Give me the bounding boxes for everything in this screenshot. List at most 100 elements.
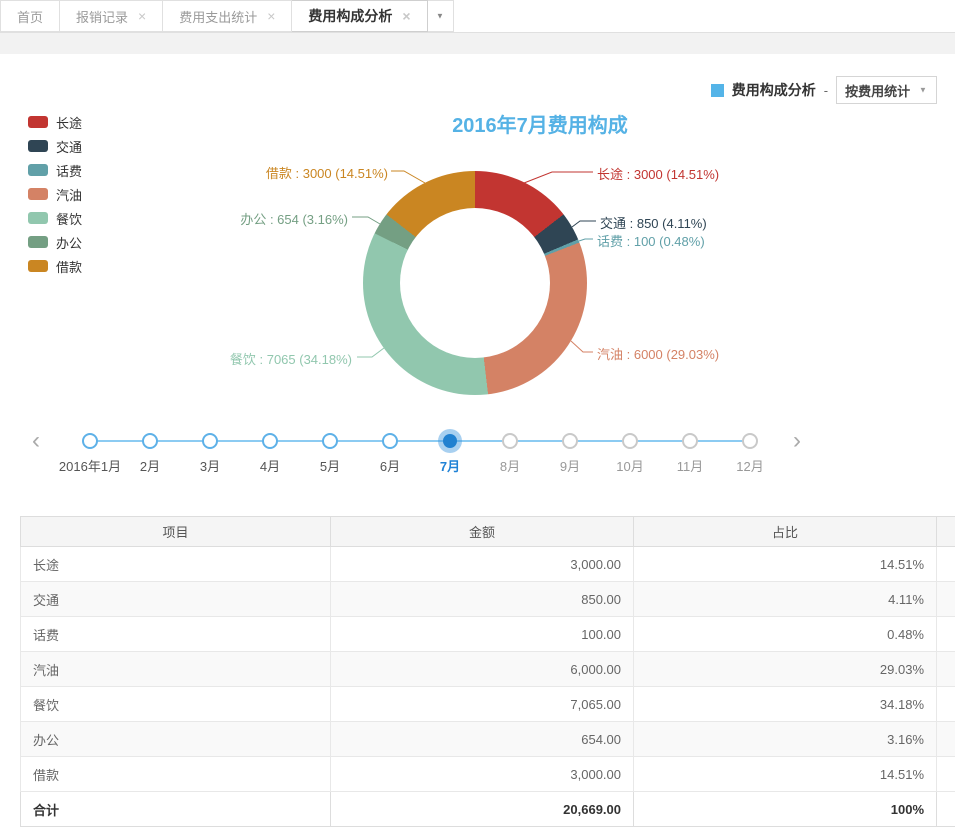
tab-label: 费用支出统计 [179, 7, 257, 26]
table-row-餐饮: 餐饮7,065.0034.18% [21, 687, 955, 722]
expense-analysis-panel: 费用构成分析 - 按费用统计 ▼ 长途交通话费汽油餐饮办公借款 2016年7月费… [0, 54, 955, 834]
legend-swatch-icon [28, 236, 48, 248]
slice-label-jiaotong: 交通 : 850 (4.11%) [600, 213, 707, 232]
tab-1[interactable]: 报销记录 × [60, 0, 163, 32]
statistics-mode-select[interactable]: 按费用统计 ▼ [836, 76, 937, 104]
cell-item: 汽油 [21, 652, 331, 687]
timeline-node-5月[interactable] [322, 433, 338, 449]
chart-title: 2016年7月费用构成 [340, 109, 740, 138]
table-row-交通: 交通850.004.11% [21, 582, 955, 617]
cell-extra [937, 687, 955, 722]
chart-legend: 长途交通话费汽油餐饮办公借款 [28, 110, 82, 278]
timeline-label-12月[interactable]: 12月 [708, 456, 792, 475]
tab-2[interactable]: 费用支出统计 × [163, 0, 292, 32]
tab-bar: 首页 报销记录 × 费用支出统计 × 费用构成分析 × ▼ [0, 0, 955, 33]
series-color-icon [711, 84, 724, 97]
cell-amount: 850.00 [331, 582, 634, 617]
cell-amount: 654.00 [331, 722, 634, 757]
table-row-汽油: 汽油6,000.0029.03% [21, 652, 955, 687]
table-row-total: 合计20,669.00100% [21, 792, 955, 827]
cell-item: 合计 [21, 792, 331, 827]
timeline-node-12月[interactable] [742, 433, 758, 449]
timeline-node-6月[interactable] [382, 433, 398, 449]
legend-swatch-icon [28, 164, 48, 176]
table-row-长途: 长途3,000.0014.51% [21, 547, 955, 582]
chart-header: 费用构成分析 - 按费用统计 ▼ [711, 76, 937, 104]
legend-item-餐饮[interactable]: 餐饮 [28, 206, 82, 230]
tab-label: 首页 [17, 7, 43, 26]
cell-ratio: 4.11% [634, 582, 937, 617]
cell-ratio: 3.16% [634, 722, 937, 757]
col-header-amount: 金额 [331, 517, 634, 547]
cell-extra [937, 582, 955, 617]
timeline-node-active-dot [443, 434, 457, 448]
close-icon[interactable]: × [402, 9, 410, 23]
slice-label-canyin: 餐饮 : 7065 (34.18%) [230, 349, 352, 368]
chart-header-title: 费用构成分析 [732, 80, 816, 100]
cell-amount: 20,669.00 [331, 792, 634, 827]
cell-ratio: 0.48% [634, 617, 937, 652]
legend-swatch-icon [28, 212, 48, 224]
legend-item-借款[interactable]: 借款 [28, 254, 82, 278]
cell-extra [937, 547, 955, 582]
tab-0[interactable]: 首页 [0, 0, 60, 32]
cell-amount: 3,000.00 [331, 757, 634, 792]
tab-label: 费用构成分析 [308, 6, 392, 26]
cell-extra [937, 617, 955, 652]
timeline-next-button[interactable]: › [793, 428, 801, 454]
col-header-item: 项目 [21, 517, 331, 547]
legend-label: 办公 [56, 233, 82, 252]
donut-chart-hole [400, 208, 550, 358]
timeline-node-2016年1月[interactable] [82, 433, 98, 449]
timeline-prev-button[interactable]: ‹ [32, 428, 40, 454]
timeline-node-2月[interactable] [142, 433, 158, 449]
table-header: 项目 金额 占比 [21, 517, 955, 547]
close-icon[interactable]: × [138, 9, 146, 23]
legend-swatch-icon [28, 140, 48, 152]
timeline-node-10月[interactable] [622, 433, 638, 449]
timeline-node-7月[interactable] [438, 429, 462, 453]
cell-amount: 100.00 [331, 617, 634, 652]
legend-label: 话费 [56, 161, 82, 180]
timeline-node-8月[interactable] [502, 433, 518, 449]
col-header-extra [937, 517, 955, 547]
chevron-down-icon: ▼ [919, 86, 927, 95]
legend-item-交通[interactable]: 交通 [28, 134, 82, 158]
legend-label: 汽油 [56, 185, 82, 204]
tab-3[interactable]: 费用构成分析 × [292, 0, 427, 32]
chevron-down-icon: ▼ [436, 12, 444, 21]
legend-item-话费[interactable]: 话费 [28, 158, 82, 182]
legend-item-长途[interactable]: 长途 [28, 110, 82, 134]
expense-table: 项目 金额 占比 长途3,000.0014.51%交通850.004.11%话费… [20, 516, 955, 827]
cell-amount: 3,000.00 [331, 547, 634, 582]
tab-list-dropdown-button[interactable]: ▼ [428, 0, 454, 32]
col-header-ratio: 占比 [634, 517, 937, 547]
cell-amount: 6,000.00 [331, 652, 634, 687]
cell-extra [937, 652, 955, 687]
cell-extra [937, 792, 955, 827]
cell-item: 办公 [21, 722, 331, 757]
legend-swatch-icon [28, 260, 48, 272]
slice-label-qiyou: 汽油 : 6000 (29.03%) [597, 344, 719, 363]
cell-ratio: 100% [634, 792, 937, 827]
slice-label-jiekuan: 借款 : 3000 (14.51%) [266, 163, 388, 182]
cell-extra [937, 757, 955, 792]
legend-label: 借款 [56, 257, 82, 276]
cell-ratio: 34.18% [634, 687, 937, 722]
close-icon[interactable]: × [267, 9, 275, 23]
timeline-node-11月[interactable] [682, 433, 698, 449]
cell-ratio: 14.51% [634, 547, 937, 582]
tab-label: 报销记录 [76, 7, 128, 26]
cell-ratio: 14.51% [634, 757, 937, 792]
timeline-node-3月[interactable] [202, 433, 218, 449]
cell-item: 交通 [21, 582, 331, 617]
timeline-node-4月[interactable] [262, 433, 278, 449]
legend-swatch-icon [28, 116, 48, 128]
timeline-track [90, 440, 750, 442]
statistics-mode-value: 按费用统计 [845, 81, 910, 100]
legend-item-办公[interactable]: 办公 [28, 230, 82, 254]
table-row-办公: 办公654.003.16% [21, 722, 955, 757]
timeline-node-9月[interactable] [562, 433, 578, 449]
header-separator: - [824, 83, 828, 98]
legend-item-汽油[interactable]: 汽油 [28, 182, 82, 206]
